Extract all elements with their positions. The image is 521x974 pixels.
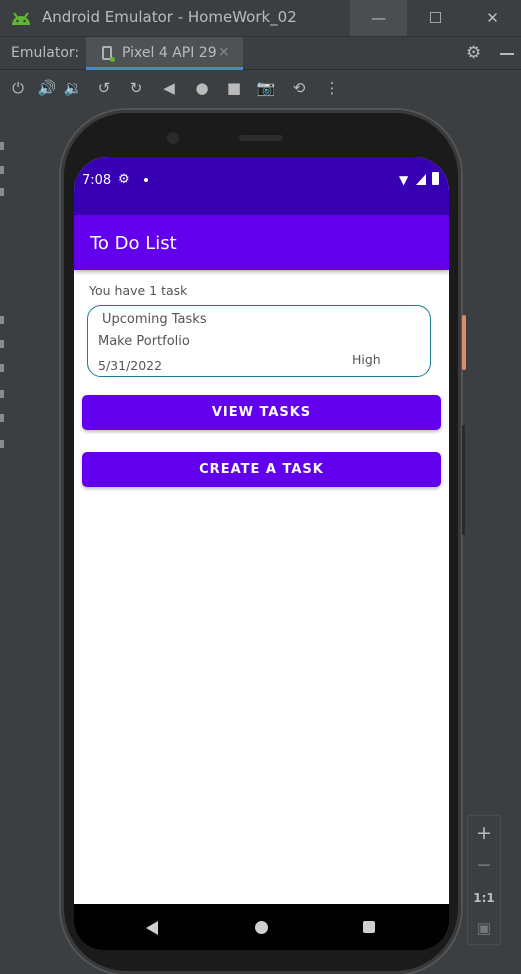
- snapshot-icon[interactable]: ⟲: [289, 78, 309, 98]
- more-icon[interactable]: ⋮: [322, 78, 342, 98]
- status-time: 7:08: [82, 173, 112, 188]
- settings-notification-icon: ⚙: [118, 172, 130, 187]
- screenshot-icon[interactable]: 📷: [256, 78, 276, 98]
- emulator-tabbar: Emulator: Pixel 4 API 29 × ⚙: [0, 36, 521, 70]
- card-title: Upcoming Tasks: [102, 312, 207, 327]
- tab-label: Pixel 4 API 29: [122, 45, 217, 61]
- nav-back-icon[interactable]: [146, 921, 158, 935]
- window-titlebar: Android Emulator - HomeWork_02 — ☐ ✕: [0, 0, 521, 36]
- tab-pixel-4[interactable]: Pixel 4 API 29 ×: [86, 37, 243, 70]
- home-icon[interactable]: ●: [192, 78, 212, 98]
- zoom-out-button[interactable]: −: [468, 854, 500, 876]
- overview-icon[interactable]: ■: [224, 78, 244, 98]
- rotate-left-icon[interactable]: ↺: [94, 78, 114, 98]
- upcoming-task-card[interactable]: Upcoming Tasks Make Portfolio 5/31/2022 …: [87, 305, 431, 377]
- window-title: Android Emulator - HomeWork_02: [42, 8, 297, 26]
- app-bar: To Do List: [74, 215, 449, 270]
- android-icon: [12, 12, 30, 25]
- task-name: Make Portfolio: [98, 334, 190, 349]
- volume-down-icon[interactable]: 🔉: [63, 78, 83, 98]
- create-task-button[interactable]: CREATE A TASK: [82, 452, 441, 487]
- zoom-panel: + − 1:1 ▣: [467, 815, 501, 945]
- close-window-button[interactable]: ✕: [464, 0, 521, 36]
- notification-dot-icon: [144, 178, 148, 182]
- nav-home-icon[interactable]: [255, 921, 268, 934]
- rotate-right-icon[interactable]: ↻: [126, 78, 146, 98]
- power-icon[interactable]: ⏻: [8, 78, 28, 98]
- nav-recents-icon[interactable]: [363, 921, 375, 933]
- left-gutter: [0, 106, 6, 974]
- close-tab-icon[interactable]: ×: [218, 44, 230, 60]
- task-date: 5/31/2022: [98, 358, 163, 373]
- status-bar: 7:08 ⚙ ▼: [74, 157, 449, 215]
- volume-up-icon[interactable]: 🔊: [37, 78, 57, 98]
- battery-icon: [432, 172, 439, 185]
- emulator-label: Emulator:: [11, 45, 80, 61]
- signal-icon: [416, 174, 426, 185]
- wifi-icon: ▼: [399, 173, 409, 187]
- volume-side-button[interactable]: [462, 425, 465, 535]
- zoom-actual-size-button[interactable]: 1:1: [468, 891, 500, 905]
- speaker-grille: [239, 135, 283, 141]
- hide-panel-icon[interactable]: [500, 53, 514, 55]
- power-side-button[interactable]: [462, 315, 466, 370]
- main-content: You have 1 task Upcoming Tasks Make Port…: [74, 270, 449, 904]
- app-title: To Do List: [90, 233, 177, 254]
- minimize-button[interactable]: —: [350, 0, 407, 36]
- zoom-in-button[interactable]: +: [468, 822, 500, 844]
- back-icon[interactable]: ◀: [159, 78, 179, 98]
- view-tasks-button[interactable]: VIEW TASKS: [82, 395, 441, 430]
- system-nav-bar: [74, 904, 449, 950]
- device-screen: 7:08 ⚙ ▼ To Do List You have 1 task Upco…: [74, 157, 449, 904]
- zoom-fit-icon[interactable]: ▣: [468, 919, 500, 937]
- maximize-button[interactable]: ☐: [407, 0, 464, 36]
- task-count-text: You have 1 task: [89, 283, 188, 298]
- task-priority: High: [352, 352, 381, 367]
- gear-icon[interactable]: ⚙: [466, 45, 481, 62]
- emulator-toolbar: ⏻ 🔊 🔉 ↺ ↻ ◀ ● ■ 📷 ⟲ ⋮: [0, 70, 521, 106]
- camera-icon: [167, 132, 179, 144]
- phone-device-icon: [102, 46, 115, 62]
